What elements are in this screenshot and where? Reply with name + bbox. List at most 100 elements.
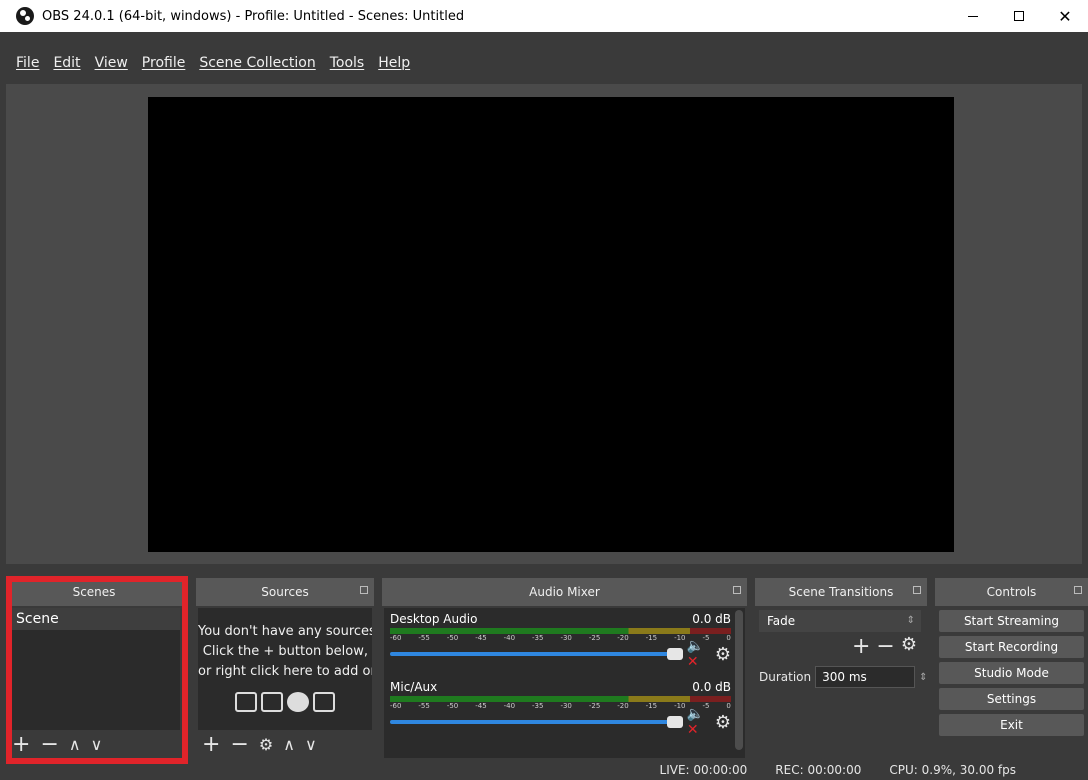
- tick-label: -45: [475, 702, 487, 710]
- tick-label: -40: [503, 702, 516, 710]
- menu-profile[interactable]: Profile: [142, 55, 186, 71]
- tick-label: -25: [588, 634, 601, 642]
- channel-db: 0.0 dB: [692, 612, 731, 626]
- mute-icon[interactable]: 🔈✕: [687, 638, 709, 670]
- minimize-button[interactable]: [950, 0, 996, 32]
- meter-ticks: -60 -55 -50 -45 -40 -35 -30 -25 -20 -15 …: [390, 702, 731, 714]
- title-bar: OBS 24.0.1 (64-bit, windows) - Profile: …: [0, 0, 1088, 32]
- transitions-body: Fade ⇕ + − ⚙ Duration 300 ms ⇕: [757, 608, 928, 758]
- menu-edit[interactable]: Edit: [53, 55, 80, 71]
- volume-fader[interactable]: [390, 648, 683, 660]
- start-recording-button[interactable]: Start Recording: [939, 636, 1084, 658]
- remove-source-button[interactable]: −: [230, 732, 248, 757]
- live-timer: LIVE: 00:00:00: [659, 763, 748, 777]
- menu-tools[interactable]: Tools: [330, 55, 365, 71]
- menu-scene-collection[interactable]: Scene Collection: [199, 55, 315, 71]
- sources-toolbar: + − ⚙ ∧ ∨: [196, 730, 374, 758]
- mixer-dock-title: Audio Mixer: [529, 585, 600, 599]
- gear-icon[interactable]: ⚙: [715, 712, 731, 733]
- sources-dock-header: Sources: [196, 578, 374, 606]
- tick-label: -10: [674, 702, 686, 710]
- source-properties-button[interactable]: ⚙: [259, 735, 273, 754]
- tick-label: -60: [390, 634, 402, 642]
- sources-hint-line: or right click here to add one: [198, 664, 372, 679]
- gear-icon[interactable]: ⚙: [715, 644, 731, 665]
- menu-row: File Edit View Profile Scene Collection …: [16, 55, 424, 71]
- scenes-dock-header: Scenes: [6, 578, 182, 606]
- studio-mode-button[interactable]: Studio Mode: [939, 662, 1084, 684]
- close-icon: ✕: [1058, 6, 1072, 26]
- tick-label: -40: [503, 634, 516, 642]
- transition-selected: Fade: [767, 614, 796, 628]
- sources-hint-line: You don't have any sources: [198, 624, 372, 639]
- channel-name: Desktop Audio: [390, 612, 478, 626]
- tick-label: -60: [390, 702, 402, 710]
- preview-canvas[interactable]: [148, 97, 954, 552]
- minimize-icon: [968, 15, 978, 17]
- transitions-dock-header: Scene Transitions: [755, 578, 927, 606]
- tick-label: -35: [532, 702, 544, 710]
- mixer-body: Desktop Audio 0.0 dB -60 -55 -50 -45 -40…: [384, 608, 745, 758]
- maximize-button[interactable]: [996, 0, 1042, 32]
- menu-help[interactable]: Help: [378, 55, 410, 71]
- close-button[interactable]: ✕: [1042, 0, 1088, 32]
- mixer-scrollbar[interactable]: [735, 610, 743, 750]
- channel-header: Mic/Aux 0.0 dB: [390, 680, 731, 694]
- menu-bar: [0, 32, 1088, 52]
- fader-handle[interactable]: [666, 716, 683, 728]
- sources-dock: Sources You don't have any sources Click…: [196, 578, 374, 758]
- menu-view[interactable]: View: [95, 55, 128, 71]
- controls-dock-header: Controls: [935, 578, 1088, 606]
- scene-item[interactable]: Scene: [8, 608, 180, 630]
- move-scene-up-button[interactable]: ∧: [69, 735, 81, 754]
- tick-label: -25: [588, 702, 601, 710]
- channel-name: Mic/Aux: [390, 680, 438, 694]
- start-streaming-button[interactable]: Start Streaming: [939, 610, 1084, 632]
- chevron-updown-icon: ⇕: [906, 615, 915, 626]
- tick-label: -35: [532, 634, 544, 642]
- maximize-icon: [1014, 11, 1024, 21]
- move-source-up-button[interactable]: ∧: [283, 735, 295, 754]
- image-icon: [235, 692, 257, 712]
- fader-handle[interactable]: [666, 648, 683, 660]
- add-source-button[interactable]: +: [202, 732, 220, 757]
- duration-spin-icon[interactable]: ⇕: [919, 672, 927, 683]
- dock-float-icon[interactable]: [913, 586, 921, 594]
- transition-properties-button[interactable]: ⚙: [901, 634, 917, 659]
- dock-float-icon[interactable]: [360, 586, 368, 594]
- tick-label: -50: [446, 634, 459, 642]
- duration-input[interactable]: 300 ms: [815, 666, 916, 688]
- sources-hint-line: Click the + button below,: [202, 644, 368, 659]
- scene-transitions-dock: Scene Transitions Fade ⇕ + − ⚙ Duration …: [755, 578, 928, 758]
- add-transition-button[interactable]: +: [852, 634, 870, 659]
- mute-icon[interactable]: 🔈✕: [687, 706, 709, 738]
- tick-label: -30: [560, 702, 572, 710]
- tick-label: -55: [418, 634, 430, 642]
- dock-float-icon[interactable]: [733, 586, 741, 594]
- tick-label: -10: [674, 634, 686, 642]
- transition-select[interactable]: Fade ⇕: [759, 610, 921, 632]
- add-scene-button[interactable]: +: [12, 732, 30, 757]
- status-bar: LIVE: 00:00:00 REC: 00:00:00 CPU: 0.9%, …: [0, 760, 1088, 780]
- move-scene-down-button[interactable]: ∨: [91, 735, 103, 754]
- tick-label: -45: [475, 634, 487, 642]
- fader-row: 🔈✕ ⚙: [390, 638, 731, 670]
- settings-button[interactable]: Settings: [939, 688, 1084, 710]
- scenes-dock: Scenes Scene + − ∧ ∨: [6, 578, 182, 758]
- controls-dock: Controls Start Streaming Start Recording…: [935, 578, 1088, 758]
- tick-label: -50: [446, 702, 459, 710]
- move-source-down-button[interactable]: ∨: [305, 735, 317, 754]
- remove-transition-button[interactable]: −: [876, 634, 894, 659]
- sources-dock-title: Sources: [261, 585, 309, 599]
- menu-file[interactable]: File: [16, 55, 39, 71]
- volume-fader[interactable]: [390, 716, 683, 728]
- exit-button[interactable]: Exit: [939, 714, 1084, 736]
- tick-label: -15: [645, 634, 658, 642]
- monitor-icon: [261, 692, 283, 712]
- tick-label: -20: [617, 702, 629, 710]
- dock-float-icon[interactable]: [1074, 586, 1082, 594]
- scenes-toolbar: + − ∧ ∨: [6, 730, 182, 758]
- rec-timer: REC: 00:00:00: [775, 763, 862, 777]
- remove-scene-button[interactable]: −: [40, 732, 58, 757]
- camera-icon: [313, 692, 335, 712]
